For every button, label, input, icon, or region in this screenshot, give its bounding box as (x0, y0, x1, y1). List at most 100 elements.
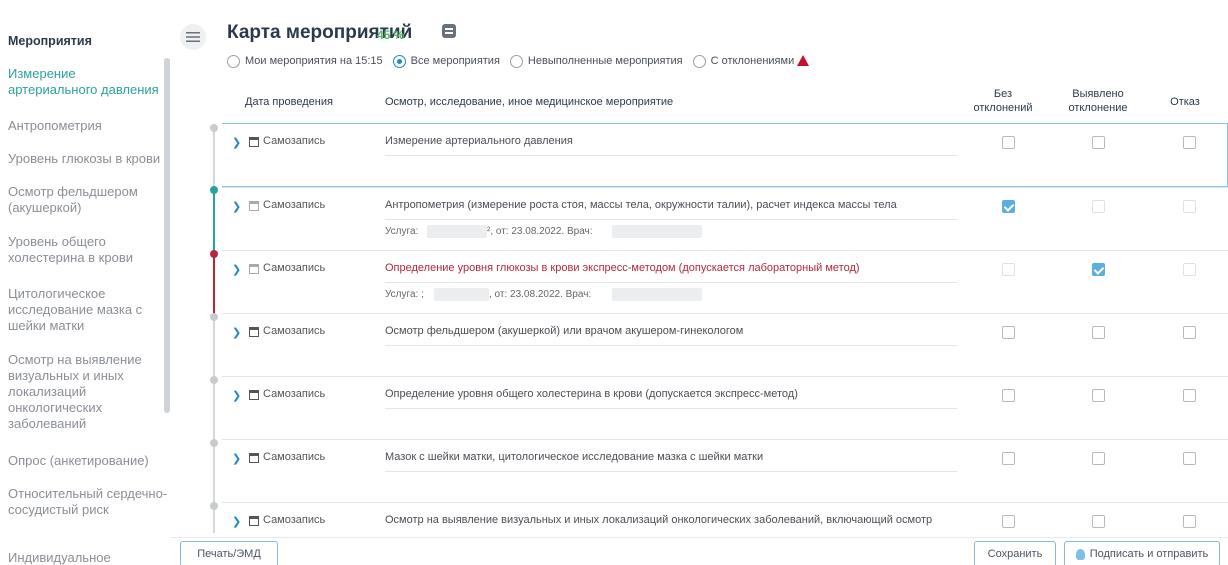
sidebar-item-survey[interactable]: Опрос (анкетирование) (8, 453, 168, 469)
save-button[interactable]: Сохранить (974, 541, 1056, 565)
sidebar-item-cytology[interactable]: Цитологическое исследование мазка с шейк… (8, 286, 168, 334)
row-source: Самозапись (263, 199, 326, 211)
checkbox-refusal[interactable] (1183, 389, 1196, 402)
row-source: Самозапись (263, 514, 326, 526)
filter-label: Невыполненные мероприятия (527, 55, 683, 67)
calendar-icon (249, 264, 259, 274)
row-service-label: Услуга: ; (385, 289, 424, 300)
divider (385, 219, 957, 220)
button-label: Подписать и отправить (1089, 548, 1209, 560)
sign-and-send-button[interactable]: Подписать и отправить (1064, 541, 1220, 565)
sign-icon (1075, 548, 1085, 560)
calendar-icon (249, 453, 259, 463)
checkbox-refusal[interactable] (1183, 326, 1196, 339)
checkbox-deviation[interactable] (1092, 200, 1105, 213)
sidebar-item-anthropometry[interactable]: Антропометрия (8, 118, 168, 134)
divider (385, 471, 957, 472)
button-label: Печать/ЭМД (197, 548, 261, 560)
redacted-field (427, 225, 487, 238)
row-source: Самозапись (263, 262, 326, 274)
checkbox-refusal[interactable] (1183, 452, 1196, 465)
sidebar-item-oncology[interactable]: Осмотр на выявление визуальных и иных ло… (8, 352, 168, 432)
warning-icon (797, 54, 810, 66)
row-event-name: Антропометрия (измерение роста стоя, мас… (385, 199, 897, 211)
table-row[interactable]: ❯ Самозапись Осмотр фельдшером (акушерко… (222, 313, 1228, 376)
checkbox-no-deviation[interactable] (1002, 389, 1015, 402)
row-service-date: ², от: 23.08.2022. Врач: (487, 226, 593, 237)
filter-with-deviations[interactable]: С отклонениями (692, 54, 810, 68)
checkbox-deviation[interactable] (1092, 326, 1105, 339)
checkbox-no-deviation[interactable] (1002, 452, 1015, 465)
checkbox-deviation[interactable] (1092, 263, 1105, 276)
table-row[interactable]: ❯ Самозапись Осмотр на выявление визуаль… (222, 502, 1228, 542)
sidebar-item-blood-pressure[interactable]: Измерение артериального давления (8, 66, 168, 98)
checkbox-refusal[interactable] (1183, 136, 1196, 149)
checkbox-deviation[interactable] (1092, 452, 1105, 465)
row-source: Самозапись (263, 388, 326, 400)
sidebar-item-cholesterol[interactable]: Уровень общего холестерина в крови (8, 234, 168, 266)
checkbox-no-deviation[interactable] (1002, 136, 1015, 149)
chevron-right-icon[interactable]: ❯ (232, 136, 241, 149)
filter-all-events[interactable]: Все мероприятия (392, 54, 500, 68)
chevron-right-icon[interactable]: ❯ (232, 389, 241, 402)
column-header-deviation: Выявлено отклонение (1068, 88, 1128, 114)
filter-label: Мои мероприятия на 15:15 (245, 55, 383, 67)
table-row[interactable]: ❯ Самозапись Измерение артериального дав… (222, 123, 1228, 187)
table-row[interactable]: ❯ Самозапись Антропометрия (измерение ро… (222, 187, 1228, 250)
timeline-dot (210, 313, 218, 321)
sidebar-item-glucose[interactable]: Уровень глюкозы в крови (8, 151, 168, 167)
sidebar-item-feldsher[interactable]: Осмотр фельдшером (акушеркой) (8, 184, 168, 216)
divider (385, 155, 957, 156)
column-header-date: Дата проведения (245, 96, 333, 108)
checkbox-no-deviation[interactable] (1002, 326, 1015, 339)
sidebar-item-individual[interactable]: Индивидуальное (8, 550, 168, 565)
chevron-right-icon[interactable]: ❯ (232, 452, 241, 465)
divider (385, 408, 957, 409)
checkbox-refusal[interactable] (1183, 515, 1196, 528)
calendar-icon (249, 390, 259, 400)
sidebar-item-cv-risk[interactable]: Относительный сердечно-сосудистый риск (8, 486, 168, 518)
print-emd-button[interactable]: Печать/ЭМД (180, 541, 278, 565)
filter-my-events[interactable]: Мои мероприятия на 15:15 (227, 54, 383, 68)
menu-toggle-button[interactable] (180, 24, 206, 50)
redacted-field (612, 225, 702, 238)
checkbox-deviation[interactable] (1092, 389, 1105, 402)
row-source: Самозапись (263, 451, 326, 463)
radio-icon (692, 54, 706, 68)
filter-radio-group: Мои мероприятия на 15:15 Все мероприятия… (227, 52, 819, 70)
filter-unfinished-events[interactable]: Невыполненные мероприятия (509, 54, 683, 68)
row-service-date: , от: 23.08.2022. Врач: (489, 289, 592, 300)
row-source: Самозапись (263, 135, 326, 147)
checkbox-no-deviation[interactable] (1002, 515, 1015, 528)
table-row[interactable]: ❯ Самозапись Определение уровня глюкозы … (222, 250, 1228, 313)
chevron-right-icon[interactable]: ❯ (232, 200, 241, 213)
row-event-name: Мазок с шейки матки, цитологическое иссл… (385, 451, 764, 463)
hamburger-icon (186, 32, 200, 42)
calendar-icon (249, 516, 259, 526)
table-row[interactable]: ❯ Самозапись Определение уровня общего х… (222, 376, 1228, 439)
checkbox-refusal[interactable] (1183, 263, 1196, 276)
chevron-right-icon[interactable]: ❯ (232, 515, 241, 528)
table-row[interactable]: ❯ Самозапись Мазок с шейки матки, цитоло… (222, 439, 1228, 502)
checkbox-refusal[interactable] (1183, 200, 1196, 213)
chevron-right-icon[interactable]: ❯ (232, 326, 241, 339)
checkbox-deviation[interactable] (1092, 136, 1105, 149)
timeline-dot (210, 439, 218, 447)
timeline-line (213, 128, 215, 188)
chevron-right-icon[interactable]: ❯ (232, 263, 241, 276)
timeline-dot (210, 376, 218, 384)
column-header-no-deviation: Без отклонений (973, 88, 1033, 114)
checkbox-deviation[interactable] (1092, 515, 1105, 528)
calendar-icon (249, 201, 259, 211)
row-event-name: Определение уровня глюкозы в крови экспр… (385, 262, 860, 274)
checkbox-no-deviation[interactable] (1002, 263, 1015, 276)
sidebar-scrollbar[interactable] (164, 58, 170, 413)
row-service-label: Услуга: (385, 226, 419, 237)
divider (385, 282, 957, 283)
column-header-refusal: Отказ (1170, 96, 1200, 108)
button-label: Сохранить (987, 548, 1043, 560)
info-icon[interactable] (442, 24, 456, 38)
checkbox-no-deviation[interactable] (1002, 200, 1015, 213)
progress-percent: 45 % (377, 28, 405, 42)
redacted-field (612, 288, 702, 301)
